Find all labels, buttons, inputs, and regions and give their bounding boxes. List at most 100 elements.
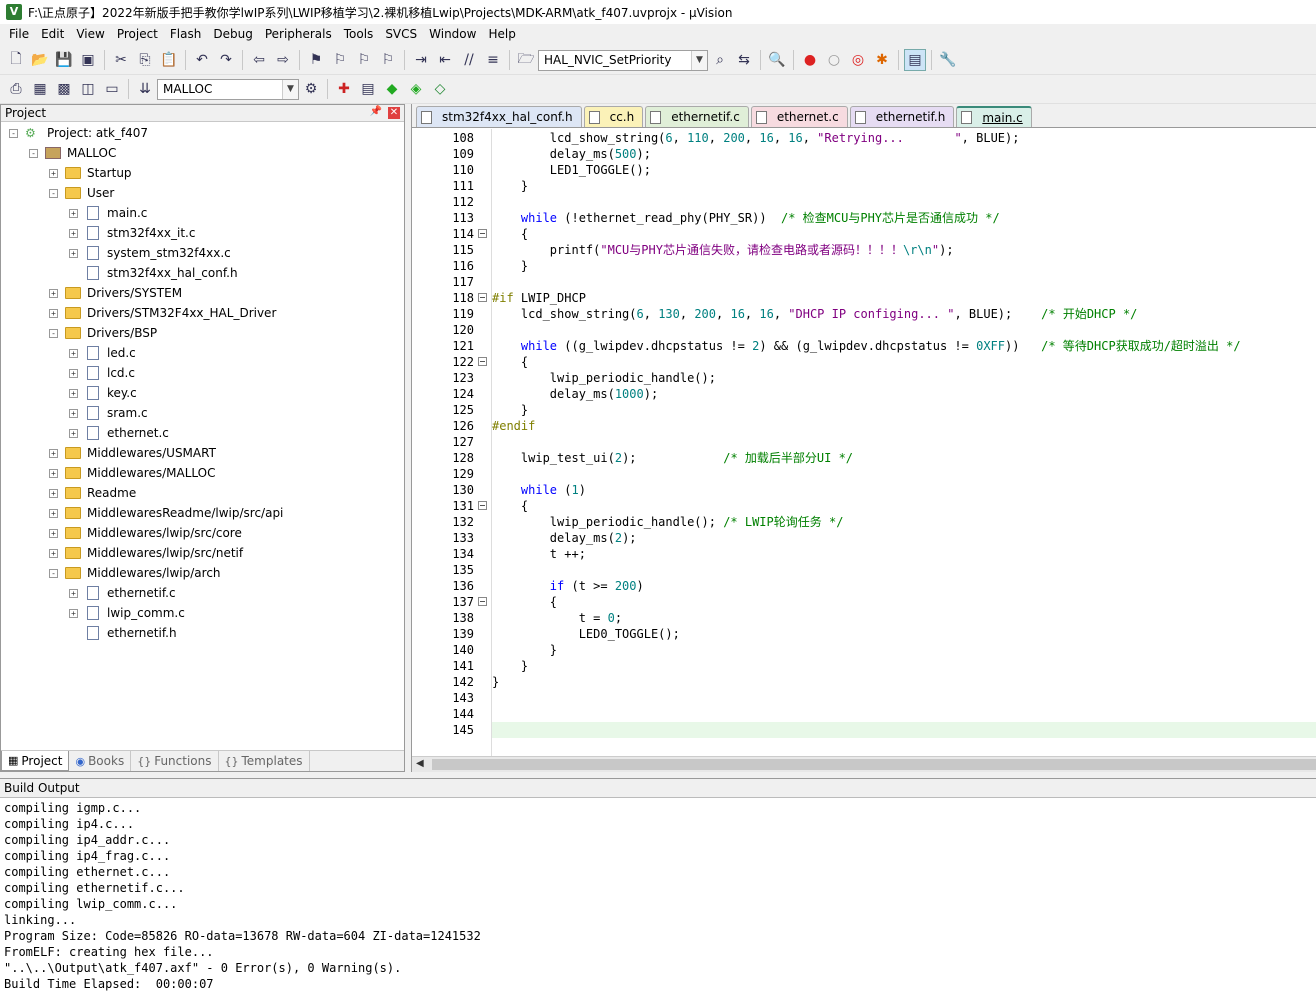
editor-tab[interactable]: ethernetif.c xyxy=(645,106,749,127)
stop-build-icon[interactable]: ▭ xyxy=(101,78,123,100)
close-icon[interactable]: ✕ xyxy=(388,107,400,119)
open-file-icon[interactable]: 📂 xyxy=(29,49,51,71)
rebuild-icon[interactable]: ▩ xyxy=(53,78,75,100)
tree-file[interactable]: + sram.c xyxy=(69,403,148,423)
expand-icon[interactable]: + xyxy=(69,408,78,418)
editor-tab[interactable]: stm32f4xx_hal_conf.h xyxy=(416,106,582,127)
expand-icon[interactable]: + xyxy=(49,168,58,178)
expand-icon[interactable]: + xyxy=(69,388,78,398)
tree-folder[interactable]: + Drivers/STM32F4xx_HAL_Driver xyxy=(49,303,276,323)
expand-icon[interactable]: + xyxy=(69,248,78,258)
scroll-left-icon[interactable]: ◀ xyxy=(416,758,424,769)
menu-window[interactable]: Window xyxy=(423,24,482,45)
window-layout-icon[interactable]: ▤ xyxy=(904,49,926,71)
diamond-icon[interactable]: ◇ xyxy=(429,78,451,100)
expand-icon[interactable]: + xyxy=(69,228,78,238)
copy-icon[interactable]: ⎘ xyxy=(134,49,156,71)
expand-icon[interactable]: + xyxy=(49,468,58,478)
scroll-thumb[interactable] xyxy=(432,759,1316,770)
expand-icon[interactable]: + xyxy=(69,368,78,378)
menu-file[interactable]: File xyxy=(3,24,35,45)
editor-tab[interactable]: ethernet.c xyxy=(750,106,848,127)
tree-file[interactable]: + system_stm32f4xx.c xyxy=(69,243,231,263)
expand-icon[interactable]: + xyxy=(69,588,78,598)
build-icon[interactable]: ▦ xyxy=(29,78,51,100)
tree-file[interactable]: + lcd.c xyxy=(69,363,135,383)
undo-icon[interactable]: ↶ xyxy=(191,49,213,71)
expand-icon[interactable]: + xyxy=(69,208,78,218)
tree-file[interactable]: + main.c xyxy=(69,203,147,223)
expand-icon[interactable]: + xyxy=(49,288,58,298)
menu-debug[interactable]: Debug xyxy=(207,24,258,45)
manage-project-items-icon[interactable]: ✚ xyxy=(333,78,355,100)
clear-bookmarks-icon[interactable]: ⚐ xyxy=(377,49,399,71)
expand-icon[interactable]: + xyxy=(69,348,78,358)
incremental-find-icon[interactable]: 🔍 xyxy=(766,49,788,71)
tree-file[interactable]: + stm32f4xx_it.c xyxy=(69,223,195,243)
batch-build-icon[interactable]: ◫ xyxy=(77,78,99,100)
paste-icon[interactable]: 📋 xyxy=(158,49,180,71)
tree-file[interactable]: stm32f4xx_hal_conf.h xyxy=(69,263,238,283)
collapse-icon[interactable]: - xyxy=(49,328,58,338)
chevron-down-icon[interactable]: ▼ xyxy=(691,50,707,70)
tree-folder[interactable]: - Middlewares/lwip/arch xyxy=(49,563,221,583)
tree-file[interactable]: + led.c xyxy=(69,343,136,363)
prev-bookmark-icon[interactable]: ⚐ xyxy=(329,49,351,71)
tree-folder[interactable]: + Startup xyxy=(49,163,132,183)
pack-installer-icon[interactable]: ◈ xyxy=(405,78,427,100)
collapse-icon[interactable]: - xyxy=(49,568,58,578)
find-icon[interactable]: ⌕ xyxy=(709,49,731,71)
collapse-icon[interactable]: - xyxy=(9,128,18,138)
expand-icon[interactable]: + xyxy=(69,608,78,618)
save-icon[interactable]: 💾 xyxy=(53,49,75,71)
tree-folder[interactable]: + Readme xyxy=(49,483,136,503)
cut-icon[interactable]: ✂ xyxy=(110,49,132,71)
menu-edit[interactable]: Edit xyxy=(35,24,70,45)
translate-icon[interactable]: ⎙ xyxy=(5,78,27,100)
tab-books[interactable]: ◉ Books xyxy=(69,751,132,771)
fold-icon[interactable] xyxy=(478,597,487,606)
new-file-icon[interactable]: 🗋 xyxy=(5,49,27,71)
expand-icon[interactable]: + xyxy=(49,488,58,498)
fold-icon[interactable] xyxy=(478,293,487,302)
tree-folder[interactable]: + Middlewares/lwip/src/netif xyxy=(49,543,243,563)
tree-folder[interactable]: + Middlewares/MALLOC xyxy=(49,463,215,483)
tree-file[interactable]: + lwip_comm.c xyxy=(69,603,185,623)
tree-file[interactable]: + key.c xyxy=(69,383,137,403)
tree-file[interactable]: ethernetif.h xyxy=(69,623,177,643)
tree-folder[interactable]: - User xyxy=(49,183,114,203)
editor-tab[interactable]: cc.h xyxy=(583,106,644,127)
fold-icon[interactable] xyxy=(478,501,487,510)
expand-icon[interactable]: + xyxy=(49,448,58,458)
expand-icon[interactable]: + xyxy=(49,508,58,518)
save-all-icon[interactable]: ▣ xyxy=(77,49,99,71)
tab-project[interactable]: ▦ Project xyxy=(1,751,70,771)
function-combo[interactable]: HAL_NVIC_SetPriority ▼ xyxy=(538,49,708,71)
horizontal-scrollbar[interactable]: ◀ xyxy=(412,756,1316,772)
menu-view[interactable]: View xyxy=(70,24,110,45)
next-bookmark-icon[interactable]: ⚐ xyxy=(353,49,375,71)
collapse-icon[interactable]: - xyxy=(29,148,38,158)
download-icon[interactable]: ⇊ xyxy=(134,78,156,100)
chevron-down-icon[interactable]: ▼ xyxy=(282,79,298,99)
nav-forward-icon[interactable]: ⇨ xyxy=(272,49,294,71)
menu-tools[interactable]: Tools xyxy=(338,24,380,45)
editor-tab[interactable]: main.c xyxy=(956,106,1032,127)
tree-target[interactable]: - MALLOC xyxy=(29,143,116,163)
tree-folder[interactable]: + MiddlewaresReadme/lwip/src/api xyxy=(49,503,283,523)
target-combo[interactable]: MALLOC ▼ xyxy=(157,78,299,100)
tree-root[interactable]: - ⚙ Project: atk_f407 xyxy=(9,123,148,143)
indent-icon[interactable]: ⇥ xyxy=(410,49,432,71)
manage-rte-icon[interactable]: ◆ xyxy=(381,78,403,100)
fold-icon[interactable] xyxy=(478,229,487,238)
code-area[interactable]: 108 lcd_show_string(6, 110, 200, 16, 16,… xyxy=(412,129,1316,756)
build-output-log[interactable]: compiling igmp.c... compiling ip4.c... com… xyxy=(0,798,1316,992)
redo-icon[interactable]: ↷ xyxy=(215,49,237,71)
menu-project[interactable]: Project xyxy=(111,24,164,45)
tab-templates[interactable]: {} Templates xyxy=(219,751,310,771)
tree-file[interactable]: + ethernetif.c xyxy=(69,583,176,603)
select-packs-icon[interactable]: ▤ xyxy=(357,78,379,100)
tree-folder[interactable]: + Middlewares/lwip/src/core xyxy=(49,523,242,543)
pin-icon[interactable]: 📌 xyxy=(370,106,382,117)
uncomment-icon[interactable]: ≡ xyxy=(482,49,504,71)
